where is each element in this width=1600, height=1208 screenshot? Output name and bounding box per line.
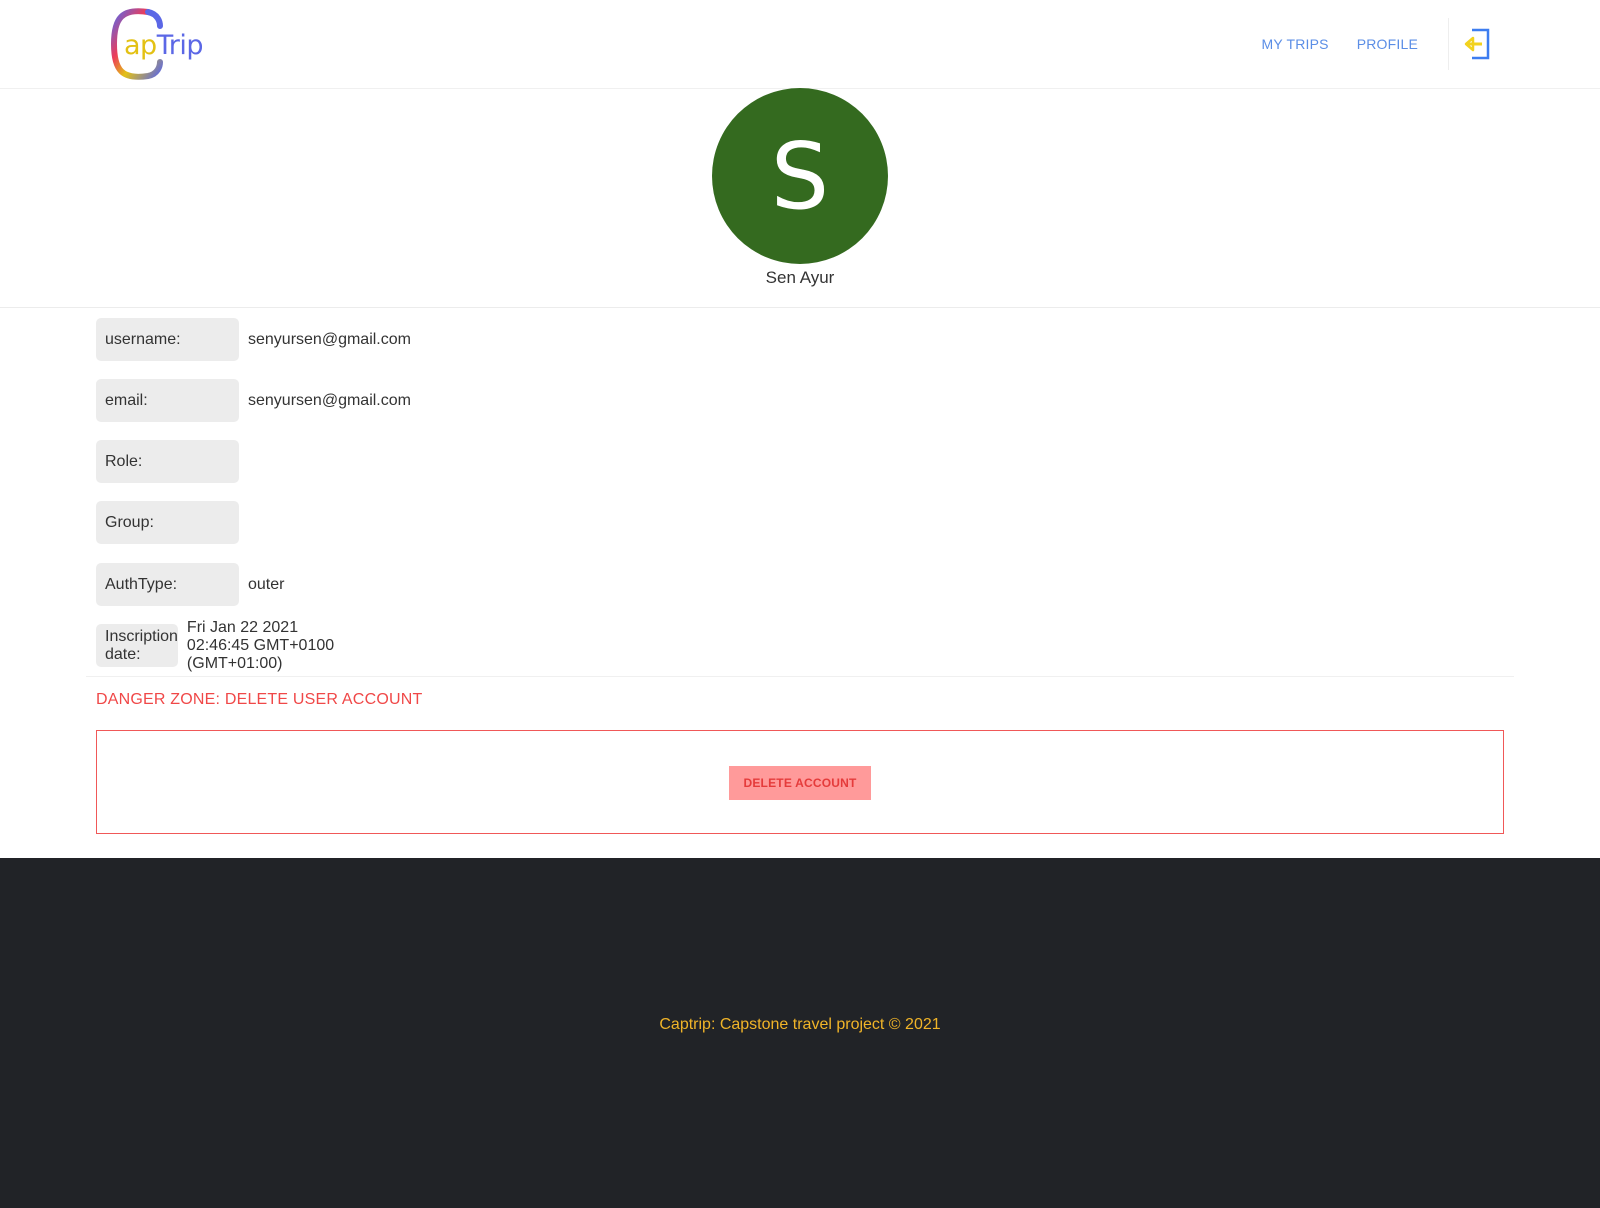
nav-my-trips[interactable]: MY TRIPS: [1261, 36, 1328, 52]
field-label: username:: [96, 318, 239, 361]
info-row-authtype: AuthType: outer: [96, 563, 284, 606]
nav-profile[interactable]: PROFILE: [1357, 36, 1418, 52]
logo-wordmark: apTrip: [124, 31, 203, 61]
field-value: Fri Jan 22 2021 02:46:45 GMT+0100 (GMT+0…: [186, 618, 335, 672]
info-row-role: Role:: [96, 440, 248, 483]
user-display-name: Sen Ayur: [765, 268, 835, 287]
logout-arrow-icon: [1464, 28, 1490, 60]
field-label: Group:: [96, 501, 239, 544]
info-row-inscription-date: Inscription date: Fri Jan 22 2021 02:46:…: [96, 619, 344, 672]
delete-account-button[interactable]: DELETE ACCOUNT: [729, 766, 871, 800]
info-row-email: email: senyursen@gmail.com: [96, 379, 411, 422]
nav-divider: [1448, 18, 1449, 70]
footer-copyright: Captrip: Capstone travel project © 2021: [659, 1016, 941, 1033]
avatar-letter: S: [770, 122, 830, 230]
field-label: email:: [96, 379, 239, 422]
field-value: senyursen@gmail.com: [248, 330, 411, 348]
field-label: Inscription date:: [96, 624, 178, 667]
info-row-group: Group:: [96, 501, 248, 544]
logout-button[interactable]: [1462, 28, 1492, 60]
field-label: Role:: [96, 440, 239, 483]
logo-trip-text: Trip: [156, 30, 204, 61]
captrip-logo[interactable]: apTrip: [108, 6, 218, 82]
field-value: outer: [248, 575, 285, 593]
main-nav: MY TRIPS PROFILE: [1261, 36, 1418, 52]
section-divider: [86, 676, 1514, 677]
field-label: AuthType:: [96, 563, 239, 606]
danger-zone-title: DANGER ZONE: DELETE USER ACCOUNT: [96, 691, 423, 708]
field-value: senyursen@gmail.com: [248, 391, 411, 409]
info-row-username: username: senyursen@gmail.com: [96, 318, 411, 361]
avatar: S: [712, 88, 888, 264]
top-navbar: apTrip MY TRIPS PROFILE: [0, 0, 1600, 89]
logo-ap-text: ap: [124, 30, 157, 61]
hero-divider: [0, 307, 1600, 308]
